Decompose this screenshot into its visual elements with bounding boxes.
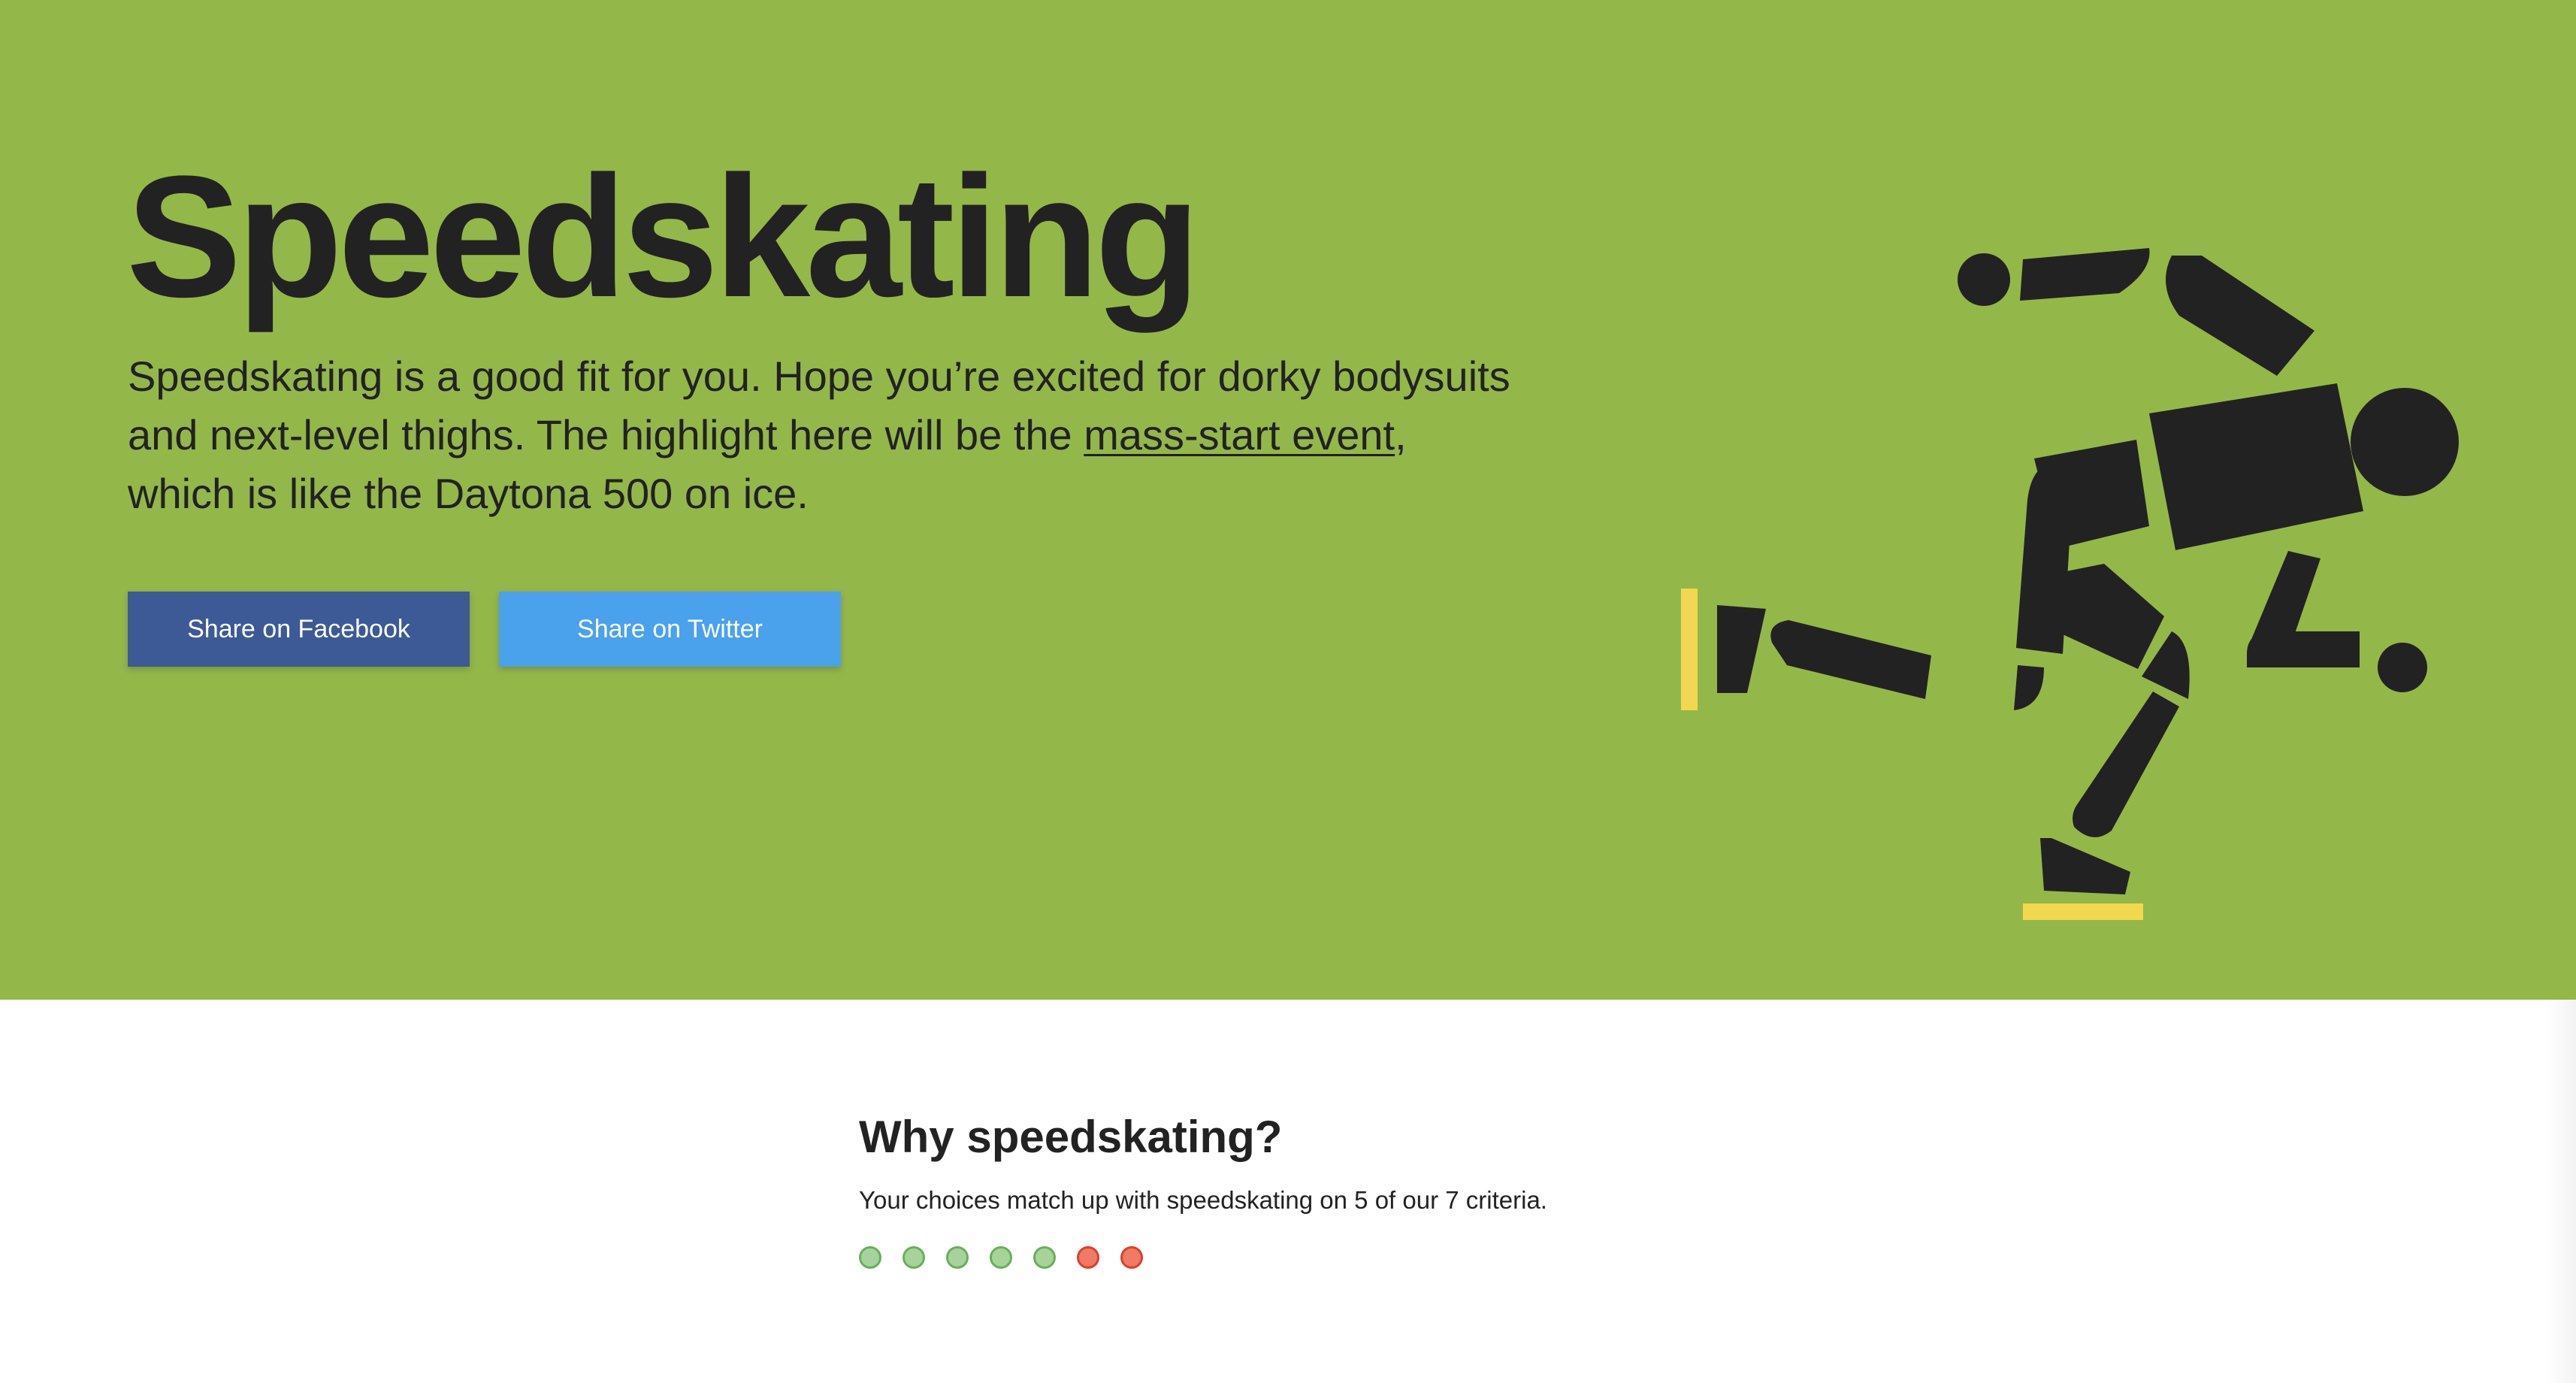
criterion-match-dot — [1033, 1246, 1056, 1269]
scrollbar-shadow — [2546, 1000, 2576, 1383]
result-description: Speedskating is a good fit for you. Hope… — [128, 347, 1525, 523]
share-twitter-button[interactable]: Share on Twitter — [499, 592, 841, 667]
criteria-indicators — [859, 1246, 1761, 1269]
criterion-match-dot — [859, 1246, 881, 1269]
criterion-match-dot — [946, 1246, 969, 1269]
hero-section: Speedskating Speedskating is a good fit … — [0, 0, 2576, 1000]
mass-start-event-link[interactable]: mass-start event — [1084, 411, 1395, 458]
criterion-miss-dot — [1077, 1246, 1099, 1269]
page-title: Speedskating — [126, 140, 1200, 333]
criterion-miss-dot — [1120, 1246, 1143, 1269]
speedskater-icon — [1681, 248, 2459, 920]
share-facebook-button[interactable]: Share on Facebook — [128, 592, 470, 667]
why-section: Why speedskating? Your choices match up … — [859, 1112, 1761, 1269]
criteria-summary: Your choices match up with speedskating … — [859, 1186, 1547, 1214]
criterion-match-dot — [990, 1246, 1012, 1269]
criterion-match-dot — [903, 1246, 925, 1269]
why-heading: Why speedskating? — [859, 1112, 1283, 1162]
